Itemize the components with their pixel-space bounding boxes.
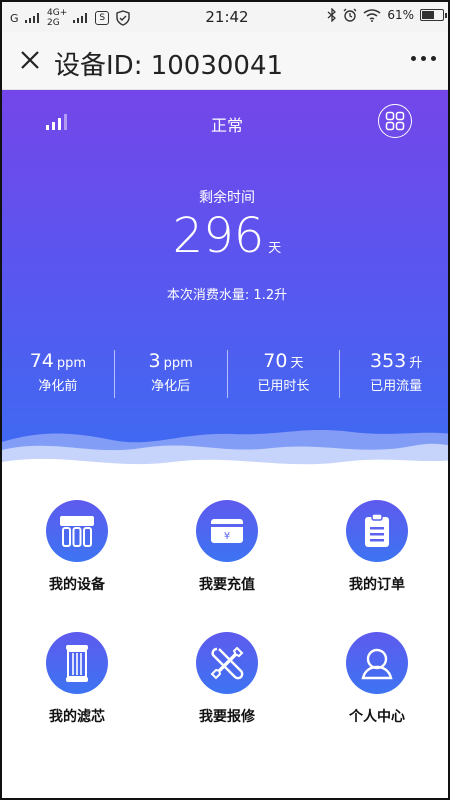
nav-bar: 设备ID: 10030041 <box>2 32 448 90</box>
menu-label: 我的订单 <box>349 577 405 593</box>
menu-label: 我要报修 <box>199 709 255 725</box>
stat-value: 74 <box>29 350 54 372</box>
stat-value: 70 <box>263 350 288 372</box>
remaining-time-label: 剩余时间 <box>199 190 255 206</box>
menu-item-profile[interactable]: 个人中心 <box>312 632 442 726</box>
bluetooth-icon <box>327 8 337 22</box>
clipboard-icon <box>346 500 408 562</box>
menu-item-my-device[interactable]: 我的设备 <box>12 500 142 594</box>
purifier-icon <box>46 500 108 562</box>
stat-label: 已用流量 <box>370 379 423 394</box>
battery-level <box>422 11 434 19</box>
status-bar: G 4G+ 2G S 21:42 61% <box>2 2 448 32</box>
remaining-time-value: 296 <box>172 208 265 264</box>
alarm-icon <box>343 8 357 22</box>
stat-after: 3 ppm 净化后 <box>115 350 228 398</box>
menu-item-repair[interactable]: 我要报修 <box>162 632 292 726</box>
stat-unit: ppm <box>56 356 87 371</box>
svg-text:¥: ¥ <box>224 531 230 542</box>
grid-icon <box>385 111 405 131</box>
more-menu-icon[interactable] <box>411 56 436 61</box>
menu-label: 我的滤芯 <box>49 709 105 725</box>
stat-used-time: 70 天 已用时长 <box>228 350 341 398</box>
wave-decoration <box>2 430 448 480</box>
grid-menu-button[interactable] <box>378 104 412 138</box>
stat-value: 3 <box>148 350 161 372</box>
stat-unit: 天 <box>290 356 304 371</box>
page-title: 设备ID: 10030041 <box>54 51 284 81</box>
menu-item-my-filter[interactable]: 我的滤芯 <box>12 632 142 726</box>
device-status-panel: 正常 剩余时间 296 天 本次消费水量: 1.2升 74 ppm 净化前 3 ppm… <box>2 90 448 480</box>
water-usage-text: 本次消费水量: 1.2升 <box>166 288 288 303</box>
stat-value: 353 <box>369 350 407 372</box>
menu-label: 我的设备 <box>49 577 105 593</box>
battery-icon <box>420 9 447 21</box>
stat-label: 净化前 <box>38 379 78 394</box>
wifi-icon <box>363 8 381 22</box>
stat-used-flow: 353 升 已用流量 <box>340 350 448 398</box>
close-icon[interactable] <box>16 46 44 74</box>
stat-unit: 升 <box>409 356 423 371</box>
filter-icon <box>46 632 108 694</box>
phone-screen: G 4G+ 2G S 21:42 61% 设备ID: 10030041 正常 剩… <box>0 0 450 800</box>
remaining-time: 296 天 <box>2 208 448 264</box>
menu-item-my-orders[interactable]: 我的订单 <box>312 500 442 594</box>
menu-item-recharge[interactable]: ¥ 我要充值 <box>162 500 292 594</box>
status-right: 61% <box>327 8 447 22</box>
feature-menu: 我的设备 ¥ 我要充值 我的订单 我的滤芯 我要报修 个人中心 <box>2 492 448 752</box>
stat-unit: ppm <box>163 356 193 371</box>
battery-percent: 61% <box>387 8 414 22</box>
menu-label: 我要充值 <box>199 577 255 593</box>
menu-label: 个人中心 <box>349 709 405 725</box>
recharge-icon: ¥ <box>196 500 258 562</box>
stat-label: 已用时长 <box>257 379 310 394</box>
stats-row: 74 ppm 净化前 3 ppm 净化后 70 天 已用时长 353 升 已用流量 <box>2 350 448 398</box>
stat-before: 74 ppm 净化前 <box>2 350 115 398</box>
user-icon <box>346 632 408 694</box>
remaining-time-unit: 天 <box>268 241 282 256</box>
tools-icon <box>196 632 258 694</box>
stat-label: 净化后 <box>151 379 191 394</box>
